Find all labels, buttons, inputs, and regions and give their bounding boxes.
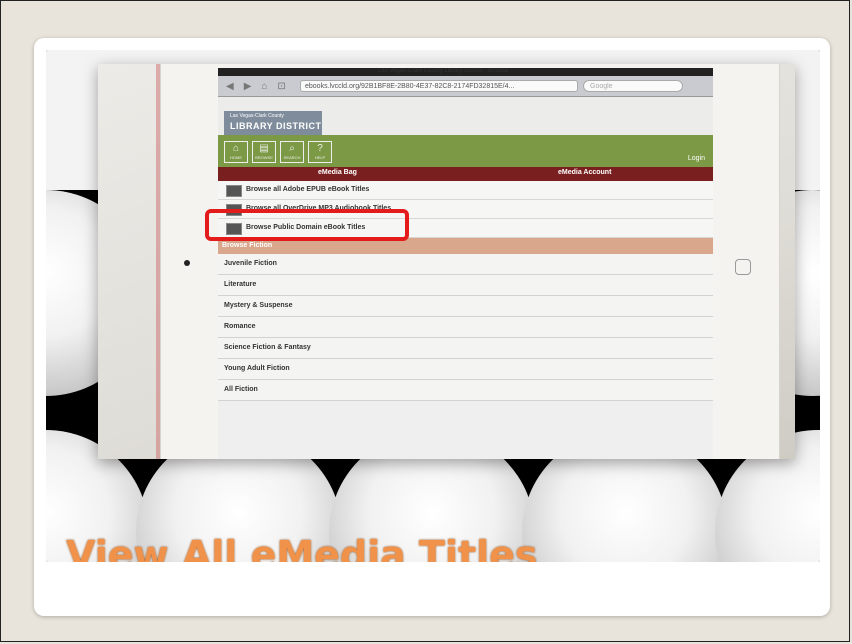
browse-nav-button[interactable]: ▤ BROWSE [252, 141, 276, 163]
logo-subtitle: Las Vegas-Clark County [230, 113, 284, 119]
slide-card: Las Vegas-Clark County Library District … [34, 38, 830, 616]
home-button [735, 259, 751, 275]
fiction-item[interactable]: Mystery & Suspense [218, 296, 713, 317]
fiction-item[interactable]: Literature [218, 275, 713, 296]
tab-emedia-account[interactable]: eMedia Account [558, 169, 611, 176]
url-field[interactable]: ebooks.lvccld.org/92B1BF8E-2B80-4E37-82C… [300, 80, 578, 92]
fiction-item[interactable]: Juvenile Fiction [218, 254, 713, 275]
fiction-item[interactable]: All Fiction [218, 380, 713, 401]
browse-nav-label: BROWSE [255, 155, 273, 160]
list-item-epub[interactable]: Browse all Adobe EPUB eBook Titles [218, 181, 713, 200]
help-nav-button[interactable]: ? HELP [308, 141, 332, 163]
tablet-screen: Las Vegas-Clark County Library District … [218, 68, 713, 459]
book-icon [226, 185, 242, 197]
list-item-label: Browse all Adobe EPUB eBook Titles [246, 186, 370, 193]
login-link[interactable]: Login [688, 155, 705, 162]
account-tabs: eMedia Bag eMedia Account [218, 167, 713, 181]
camera-dot [184, 260, 190, 266]
search-nav-button[interactable]: ⌕ SEARCH [280, 141, 304, 163]
browser-bar: Las Vegas-Clark County Library District … [218, 68, 713, 97]
highlight-box [205, 209, 409, 241]
browser-nav-icons[interactable]: ◀▶⌂⊡ [226, 81, 296, 92]
library-logo[interactable]: Las Vegas-Clark County LIBRARY DISTRICT [224, 111, 322, 135]
search-nav-label: SEARCH [283, 155, 301, 160]
logo-title: LIBRARY DISTRICT [230, 121, 322, 131]
ipad-photo: Las Vegas-Clark County Library District … [98, 64, 795, 459]
help-nav-label: HELP [314, 155, 326, 160]
fiction-item[interactable]: Young Adult Fiction [218, 359, 713, 380]
browser-page-title: Las Vegas-Clark County Library District … [378, 68, 509, 74]
fiction-item[interactable]: Romance [218, 317, 713, 338]
slide-title: View All eMedia Titles [66, 533, 538, 562]
home-nav-label: HOME [230, 155, 242, 160]
home-nav-button[interactable]: ⌂ HOME [224, 141, 248, 163]
site-header: Las Vegas-Clark County LIBRARY DISTRICT [218, 97, 713, 135]
slide-background: Las Vegas-Clark County Library District … [46, 50, 820, 562]
tab-emedia-bag[interactable]: eMedia Bag [318, 169, 357, 176]
fiction-item[interactable]: Science Fiction & Fantasy [218, 338, 713, 359]
search-field[interactable]: Google [583, 80, 683, 92]
site-toolbar: ⌂ HOME ▤ BROWSE ⌕ SEARCH ? HELP Login [218, 135, 713, 167]
